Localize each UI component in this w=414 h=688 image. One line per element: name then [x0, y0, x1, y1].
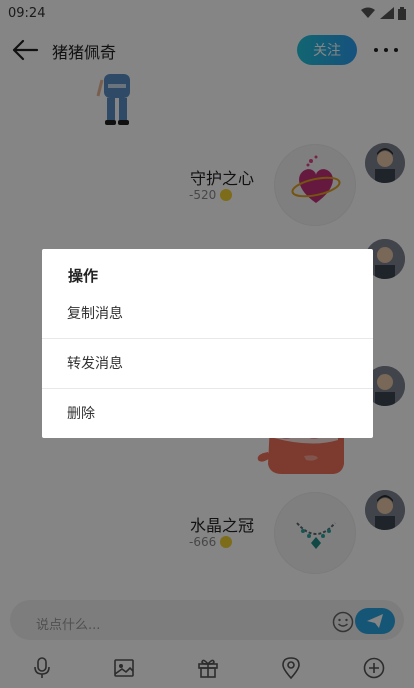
copy-message-item[interactable]: 复制消息: [42, 288, 373, 338]
dialog-title: 操作: [68, 267, 99, 285]
forward-message-item[interactable]: 转发消息: [42, 338, 373, 388]
action-dialog: 操作 复制消息 转发消息 删除: [42, 249, 373, 438]
chat-screen: 09:24 猪猪佩奇 关注 守护之心 -520 水晶之冠 -666 说点什么..…: [0, 0, 414, 688]
delete-item[interactable]: 删除: [42, 388, 373, 438]
